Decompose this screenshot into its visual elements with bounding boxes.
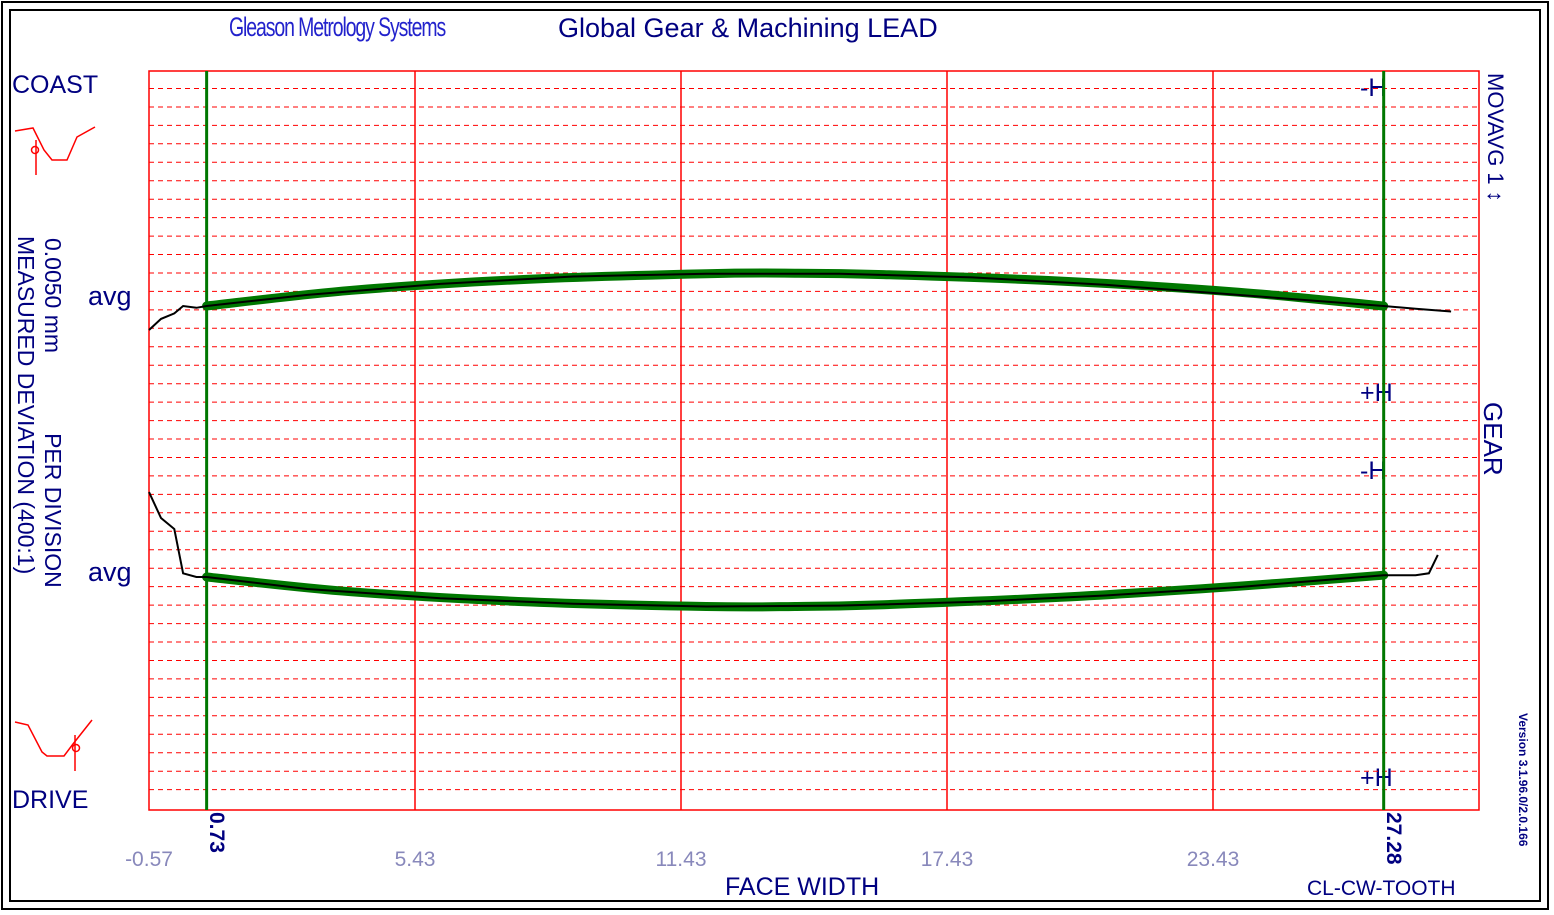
- lead-chart: [14, 70, 1480, 811]
- coast-tooth-icon: [14, 126, 96, 175]
- plot-frame: [148, 70, 1480, 811]
- coast-measured-trace: [148, 272, 1452, 331]
- drive-fit-curve: [202, 570, 1389, 612]
- drive-tooth-icon: [14, 719, 93, 771]
